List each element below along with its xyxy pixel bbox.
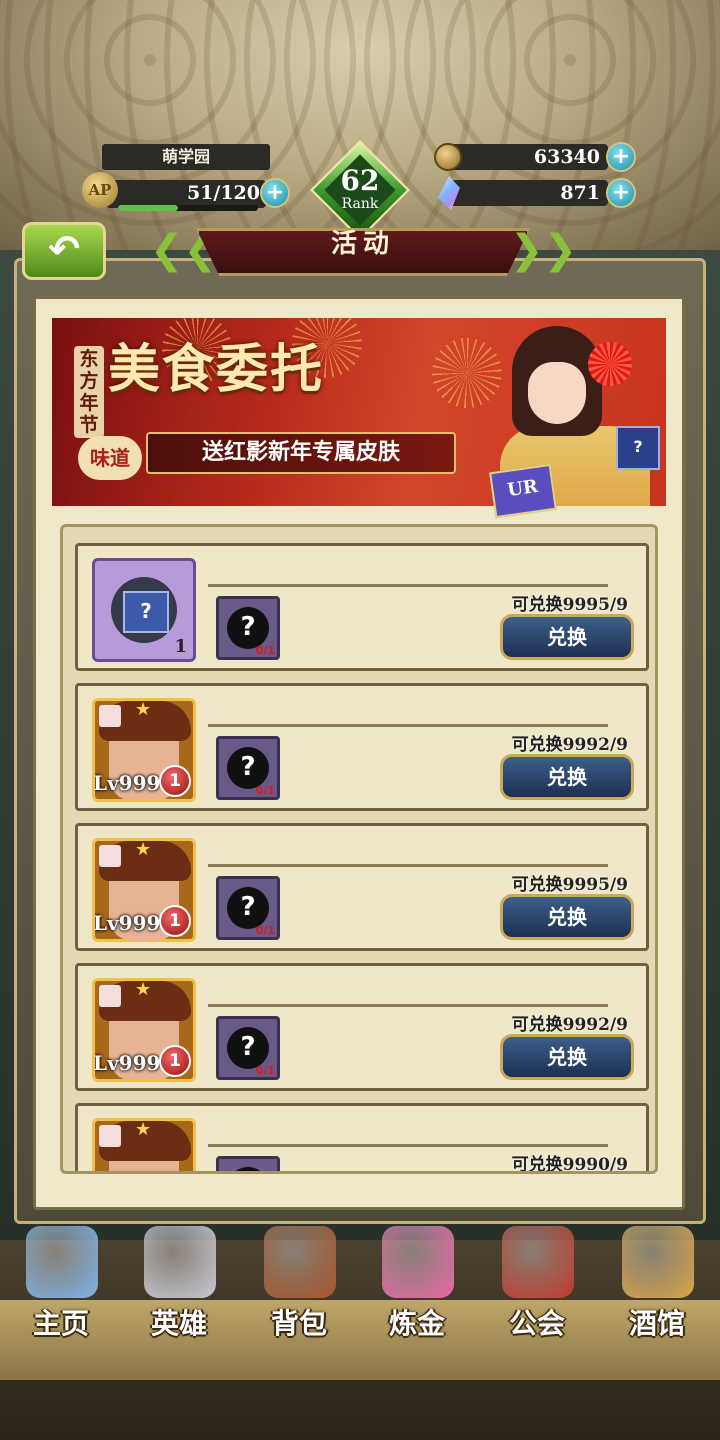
nav-backpack-label: 背包	[270, 1307, 327, 1340]
nav-guild-label: 公会	[508, 1307, 565, 1340]
shard-badge: 1	[159, 1045, 191, 1077]
hero-shard-icon[interactable]: ★ Lv999 1	[92, 978, 196, 1082]
add-gold-button[interactable]: +	[606, 142, 636, 172]
nav-heroes-label: 英雄	[150, 1307, 207, 1340]
nav-tavern[interactable]: 酒馆	[598, 1226, 716, 1350]
castle-icon	[26, 1226, 98, 1298]
star-icon: ★	[135, 699, 152, 720]
required-count: 0/1	[255, 644, 275, 657]
required-count: 0/1	[255, 784, 275, 797]
item-quantity: 1	[174, 636, 187, 657]
required-count: 0/1	[255, 1064, 275, 1077]
puzzle-icon	[99, 1125, 121, 1147]
page-title: 活动	[330, 229, 395, 259]
required-item-icon[interactable]: ?	[216, 1156, 280, 1171]
gold-coin-icon	[434, 143, 462, 171]
shard-badge: 1	[159, 905, 191, 937]
hero-shard-icon[interactable]: ★ Lv999 1	[92, 698, 196, 802]
puzzle-icon	[99, 985, 121, 1007]
banner-badge: 味道	[78, 436, 142, 480]
available-count: 可兑换9992/9	[511, 735, 628, 755]
required-item-icon[interactable]: ? 0/1	[216, 736, 280, 800]
ap-icon: AP	[82, 172, 118, 208]
nav-backpack[interactable]: 背包	[240, 1226, 358, 1350]
required-item-icon[interactable]: ? 0/1	[216, 1016, 280, 1080]
nav-guild[interactable]: 公会	[478, 1226, 596, 1350]
hero-shard-icon[interactable]: ★	[92, 1118, 196, 1171]
hero-level: Lv999	[93, 911, 161, 935]
nav-tavern-label: 酒馆	[628, 1307, 685, 1340]
school-name: 萌学园	[102, 144, 270, 170]
available-count: 可兑换9995/9	[511, 875, 628, 895]
star-icon: ★	[135, 839, 152, 860]
right-chevron-icon: ❯❯	[510, 227, 578, 273]
gold-amount: 63340	[446, 144, 608, 170]
available-count: 可兑换9995/9	[511, 595, 628, 615]
potion-icon	[382, 1226, 454, 1298]
ur-card-icon: UR	[489, 463, 557, 519]
banner-title: 美食委托	[108, 339, 325, 400]
nav-alchemy[interactable]: 炼金	[358, 1226, 476, 1350]
nav-alchemy-label: 炼金	[388, 1307, 445, 1340]
hero-shard-icon[interactable]: ★ Lv999 1	[92, 838, 196, 942]
ap-progress	[118, 205, 258, 211]
nav-home-label: 主页	[32, 1307, 89, 1340]
beer-mug-icon	[622, 1226, 694, 1298]
nav-home[interactable]: 主页	[2, 1226, 120, 1350]
mystery-cube-icon[interactable]: ? 1	[92, 558, 196, 662]
available-count: 可兑换9990/9	[511, 1155, 628, 1174]
star-icon: ★	[135, 979, 152, 1000]
rank-number: 62	[340, 164, 380, 197]
helmet-icon	[144, 1226, 216, 1298]
exchange-item: ? 1 ? 0/1 可兑换9995/9 兑换	[75, 543, 649, 671]
required-count: 0/1	[255, 924, 275, 937]
required-item-icon[interactable]: ? 0/1	[216, 596, 280, 660]
crystal-amount: 871	[446, 180, 608, 206]
ap-progress-fill	[118, 205, 178, 211]
exchange-item: ★ Lv999 1 ? 0/1 可兑换9992/9 兑换	[75, 963, 649, 1091]
shard-badge: 1	[159, 765, 191, 797]
hero-level: Lv999	[93, 771, 161, 795]
exchange-button[interactable]: 兑换	[500, 1034, 634, 1080]
hero-level: Lv999	[93, 1051, 161, 1075]
rank-label: Rank	[341, 196, 379, 212]
ap-value: 51/120	[186, 182, 260, 204]
add-crystal-button[interactable]: +	[606, 178, 636, 208]
back-button[interactable]: ↶	[22, 222, 106, 280]
exchange-button[interactable]: 兑换	[500, 754, 634, 800]
banner-vertical-text: 东方年节	[74, 346, 104, 438]
exchange-list[interactable]: ? 1 ? 0/1 可兑换9995/9 兑换 ★ Lv999 1 ? 0/1 可…	[60, 524, 658, 1174]
exchange-item: ★ ? 可兑换9990/9	[75, 1103, 649, 1174]
banner-subtitle: 送红影新年专属皮肤	[146, 432, 456, 474]
puzzle-icon	[99, 705, 121, 727]
exchange-button[interactable]: 兑换	[500, 894, 634, 940]
exchange-button[interactable]: 兑换	[500, 614, 634, 660]
mystery-box-icon: ?	[616, 426, 660, 470]
available-count: 可兑换9992/9	[511, 1015, 628, 1035]
puzzle-icon	[99, 845, 121, 867]
add-ap-button[interactable]: +	[260, 178, 290, 208]
exchange-item: ★ Lv999 1 ? 0/1 可兑换9995/9 兑换	[75, 823, 649, 951]
nav-heroes[interactable]: 英雄	[120, 1226, 238, 1350]
star-icon: ★	[135, 1119, 152, 1140]
guild-shield-icon	[502, 1226, 574, 1298]
exchange-item: ★ Lv999 1 ? 0/1 可兑换9992/9 兑换	[75, 683, 649, 811]
backpack-icon	[264, 1226, 336, 1298]
required-item-icon[interactable]: ? 0/1	[216, 876, 280, 940]
